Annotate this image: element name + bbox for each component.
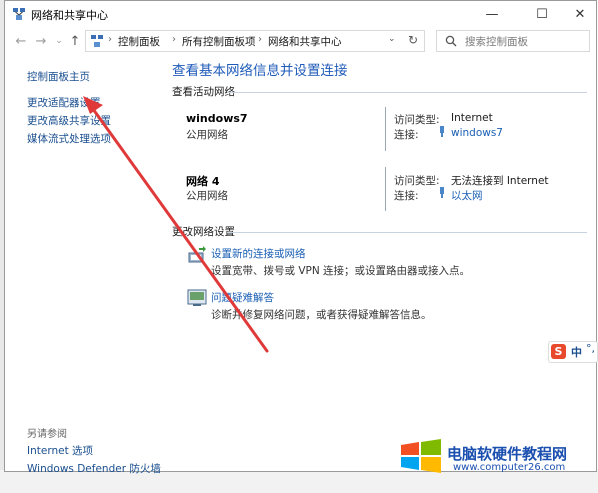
annotation-arrow (83, 96, 269, 353)
network-sharing-window: 网络和共享中心 — ☐ ✕ ← → ⌄ ↑ › 控制面板 › 所有控制面板项 ›… (4, 0, 598, 475)
